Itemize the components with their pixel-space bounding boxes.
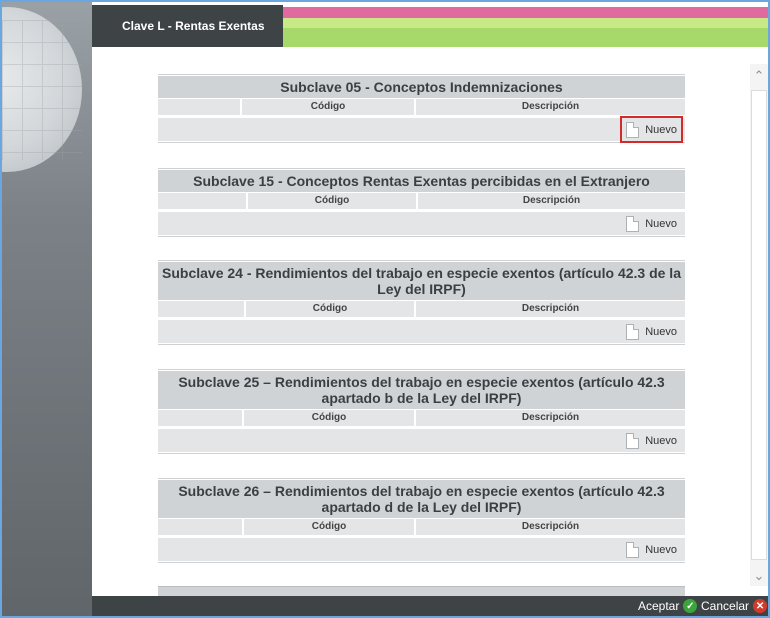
- check-circle-icon: ✓: [683, 599, 698, 613]
- column-header-row: Código Descripción: [158, 192, 685, 209]
- column-header-row: Código Descripción: [158, 98, 685, 115]
- new-button-label: Nuevo: [645, 217, 677, 230]
- column-header-code: Código: [246, 301, 416, 317]
- accept-button-label: Aceptar: [638, 599, 680, 613]
- column-header-description: Descripción: [521, 521, 580, 532]
- column-header-row: Código Descripción: [158, 518, 685, 535]
- left-decorative-rail: [2, 2, 92, 616]
- decorative-grid: [2, 20, 82, 160]
- dialog-title: Clave L - Rentas Exentas: [92, 5, 283, 47]
- column-header-select: [158, 99, 242, 115]
- column-header-description: Descripción: [521, 412, 580, 423]
- cancel-button-label: Cancelar: [701, 599, 750, 613]
- section-toolbar: Nuevo: [158, 538, 685, 561]
- column-header-code: Código: [248, 193, 418, 209]
- column-header-code: Código: [244, 519, 416, 535]
- new-button[interactable]: Nuevo: [624, 540, 679, 559]
- new-button-label: Nuevo: [645, 123, 677, 136]
- subclave-section-24: Subclave 24 - Rendimientos del trabajo e…: [158, 260, 685, 345]
- section-title: Subclave 05 - Conceptos Indemnizaciones: [158, 76, 685, 98]
- column-header-row: Código Descripción: [158, 300, 685, 317]
- column-header-code: Código: [242, 99, 416, 115]
- column-header-row: Código Descripción: [158, 409, 685, 426]
- document-icon: [626, 432, 640, 449]
- subclave-section-26: Subclave 26 – Rendimientos del trabajo e…: [158, 478, 685, 563]
- header-stripe-lime: [283, 18, 768, 28]
- section-bottom-rule: [158, 235, 685, 237]
- column-header-description: Descripción: [522, 195, 581, 206]
- document-icon: [626, 541, 640, 558]
- scrollbar-thumb[interactable]: [751, 90, 767, 560]
- document-icon: [626, 121, 640, 138]
- scroll-up-icon[interactable]: ⌃: [753, 69, 765, 82]
- scroll-down-icon[interactable]: ⌄: [753, 569, 765, 582]
- column-header-select: [158, 193, 248, 209]
- section-toolbar: Nuevo: [158, 212, 685, 235]
- section-title: Subclave 26 – Rendimientos del trabajo e…: [158, 480, 685, 518]
- new-button-label: Nuevo: [645, 434, 677, 447]
- new-button-label: Nuevo: [645, 325, 677, 338]
- column-header-select: [158, 519, 244, 535]
- header-stripe-green: [283, 28, 768, 47]
- column-header-code: Código: [244, 410, 416, 426]
- column-header-select: [158, 410, 244, 426]
- new-button[interactable]: Nuevo: [620, 116, 683, 143]
- section-title: Subclave 24 - Rendimientos del trabajo e…: [158, 262, 685, 300]
- section-title: Subclave 25 – Rendimientos del trabajo e…: [158, 371, 685, 409]
- dialog-footer: Aceptar ✓ Cancelar ✕: [92, 596, 768, 616]
- column-header-description: Descripción: [521, 303, 580, 314]
- new-button-label: Nuevo: [645, 543, 677, 556]
- section-bottom-rule: [158, 343, 685, 345]
- header-stripe-pink: [283, 7, 768, 18]
- subclave-section-05: Subclave 05 - Conceptos Indemnizaciones …: [158, 74, 685, 143]
- accept-button[interactable]: Aceptar ✓: [638, 599, 698, 613]
- content-area: Subclave 05 - Conceptos Indemnizaciones …: [92, 54, 750, 596]
- column-header-select: [158, 301, 246, 317]
- column-header-description: Descripción: [521, 101, 580, 112]
- document-icon: [626, 215, 640, 232]
- section-toolbar: Nuevo: [158, 429, 685, 452]
- new-button[interactable]: Nuevo: [624, 214, 679, 233]
- new-button[interactable]: Nuevo: [624, 322, 679, 341]
- new-button[interactable]: Nuevo: [624, 431, 679, 450]
- section-toolbar: Nuevo: [158, 116, 685, 143]
- dialog-header: Clave L - Rentas Exentas: [92, 2, 768, 47]
- document-icon: [626, 323, 640, 340]
- section-bottom-rule: [158, 452, 685, 454]
- section-bottom-rule: [158, 141, 685, 143]
- dialog-window: Clave L - Rentas Exentas Subclave 05 - C…: [0, 0, 770, 618]
- subclave-section-25: Subclave 25 – Rendimientos del trabajo e…: [158, 369, 685, 454]
- next-section-partial: [158, 586, 685, 596]
- close-circle-icon: ✕: [753, 599, 768, 613]
- cancel-button[interactable]: Cancelar ✕: [701, 599, 768, 613]
- vertical-scrollbar[interactable]: ⌃ ⌄: [750, 64, 768, 586]
- section-bottom-rule: [158, 561, 685, 563]
- subclave-section-15: Subclave 15 - Conceptos Rentas Exentas p…: [158, 168, 685, 237]
- section-toolbar: Nuevo: [158, 320, 685, 343]
- section-title: Subclave 15 - Conceptos Rentas Exentas p…: [158, 170, 685, 192]
